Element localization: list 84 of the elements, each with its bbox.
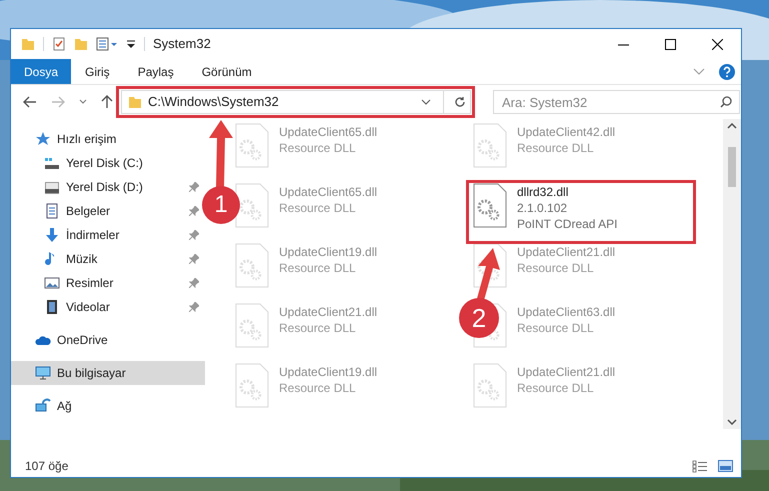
pin-icon[interactable]: [189, 182, 199, 192]
picture-icon: [44, 275, 60, 291]
pin-icon[interactable]: [189, 302, 199, 312]
ribbon-tab[interactable]: Paylaş: [124, 59, 188, 84]
scrollbar[interactable]: [723, 119, 741, 429]
checkmark-document-icon[interactable]: [52, 37, 66, 51]
chevron-down-icon[interactable]: [421, 99, 431, 105]
file-description: Resource DLL: [279, 200, 357, 216]
nav-item[interactable]: Bu bilgisayar: [11, 361, 205, 385]
back-arrow-icon[interactable]: [23, 96, 37, 108]
chevron-down-icon[interactable]: [727, 419, 737, 425]
file-description: Resource DLL: [279, 260, 357, 276]
gear-document-icon: [473, 363, 507, 408]
folder-icon: [128, 95, 142, 109]
pin-icon[interactable]: [189, 230, 199, 240]
gear-document-icon: [235, 123, 269, 168]
file-description: Resource DLL: [279, 140, 357, 156]
file-description: Resource DLL: [517, 140, 595, 156]
pin-icon[interactable]: [189, 278, 199, 288]
refresh-icon[interactable]: [454, 96, 466, 108]
search-icon[interactable]: [720, 96, 732, 108]
gear-document-icon: [235, 363, 269, 408]
nav-item[interactable]: Yerel Disk (C:): [11, 151, 205, 175]
file-name: UpdateClient19.dll: [279, 364, 378, 380]
nav-item[interactable]: Belgeler: [11, 199, 205, 223]
address-path: C:\Windows\System32: [148, 93, 279, 112]
details-view-icon[interactable]: [692, 460, 708, 472]
drive-icon: [44, 179, 60, 195]
expand-ribbon-icon[interactable]: [693, 68, 705, 76]
film-icon: [44, 299, 60, 315]
properties-icon[interactable]: [96, 37, 118, 51]
drive-icon: [44, 155, 60, 171]
file-description: Resource DLL: [279, 380, 357, 396]
monitor-icon: [35, 365, 51, 381]
ribbon-tab[interactable]: Giriş: [71, 59, 124, 84]
gear-document-icon: [473, 183, 507, 228]
ribbon-tab[interactable]: Görünüm: [188, 59, 266, 84]
document-icon: [44, 203, 60, 219]
chevron-up-icon[interactable]: [727, 123, 737, 129]
address-field[interactable]: C:\Windows\System32: [121, 90, 471, 114]
pin-icon[interactable]: [189, 254, 199, 264]
scrollbar-thumb[interactable]: [728, 147, 736, 187]
customize-toolbar-icon[interactable]: [126, 38, 136, 50]
file-name: UpdateClient21.dll: [517, 364, 616, 380]
nav-item[interactable]: Müzik: [11, 247, 205, 271]
ribbon-tab[interactable]: Dosya: [11, 59, 72, 84]
file-name: UpdateClient21.dll: [517, 244, 616, 260]
file-description: Resource DLL: [517, 260, 595, 276]
gear-document-icon: [473, 123, 507, 168]
maximize-icon[interactable]: [665, 38, 676, 50]
file-description: PoINT CDread API: [517, 216, 618, 232]
close-icon[interactable]: [712, 38, 723, 50]
nav-item[interactable]: Resimler: [11, 271, 205, 295]
file-description: Resource DLL: [517, 320, 595, 336]
file-description: Resource DLL: [279, 320, 357, 336]
nav-item[interactable]: Videolar: [11, 295, 205, 319]
file-name: UpdateClient65.dll: [279, 124, 378, 140]
chevron-down-icon[interactable]: [79, 99, 87, 105]
file-description: Resource DLL: [517, 380, 595, 396]
nav-item[interactable]: İndirmeler: [11, 223, 205, 247]
file-name: UpdateClient19.dll: [279, 244, 378, 260]
nav-item[interactable]: Ağ: [11, 394, 205, 418]
gear-document-icon: [235, 183, 269, 228]
search-field[interactable]: Ara: System32: [493, 90, 740, 114]
nav-item[interactable]: OneDrive: [11, 328, 205, 352]
up-arrow-icon[interactable]: [101, 95, 113, 109]
file-name: UpdateClient42.dll: [517, 124, 616, 140]
large-icons-view-icon[interactable]: [718, 460, 733, 472]
window-title: System32: [153, 35, 211, 54]
file-name: UpdateClient21.dll: [279, 304, 378, 320]
down-arrow-icon: [44, 227, 60, 243]
arrow: [209, 120, 233, 188]
file-name: UpdateClient63.dll: [517, 304, 616, 320]
file-name: dllrd32.dll: [517, 184, 570, 200]
star-icon: [35, 131, 51, 147]
nav-item[interactable]: Yerel Disk (D:): [11, 175, 205, 199]
pin-icon[interactable]: [189, 206, 199, 216]
item-count: 107 öğe: [25, 458, 68, 475]
nav-item[interactable]: Hızlı erişim: [11, 127, 205, 151]
gear-document-icon: [235, 243, 269, 288]
help-icon[interactable]: [719, 64, 735, 80]
gear-document-icon: [235, 303, 269, 348]
file-version: 2.1.0.102: [517, 200, 568, 216]
file-name: UpdateClient65.dll: [279, 184, 378, 200]
